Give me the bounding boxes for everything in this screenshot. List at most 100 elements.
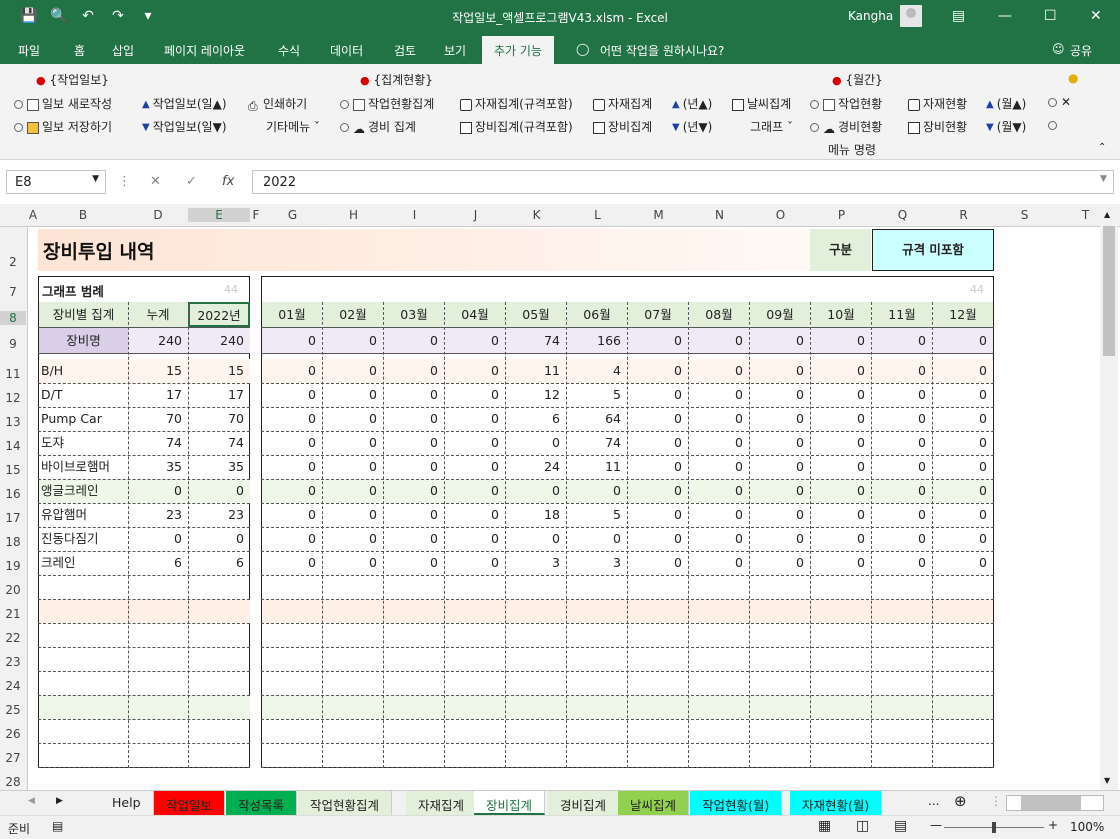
row-header[interactable]: 20 <box>0 583 26 597</box>
month-value[interactable]: 0 <box>323 479 383 503</box>
equipment-cum[interactable]: 17 <box>128 383 188 407</box>
month-value[interactable]: 0 <box>872 527 932 551</box>
user-name[interactable]: Kangha <box>848 9 893 23</box>
sheet-tab[interactable]: 작성목록 <box>226 791 298 815</box>
month-value[interactable]: 0 <box>689 527 749 551</box>
month-value[interactable]: 0 <box>262 407 322 431</box>
row-header[interactable]: 23 <box>0 655 26 669</box>
row-header[interactable]: 9 <box>0 337 26 351</box>
scroll-down-icon[interactable]: ▼ <box>1104 776 1110 785</box>
month-value[interactable]: 0 <box>872 551 932 575</box>
col-header-d[interactable]: D <box>128 208 188 222</box>
monthly-equipment-button[interactable]: 장비현황 <box>908 118 967 135</box>
month-value[interactable]: 0 <box>445 551 505 575</box>
other-menu-button[interactable]: 기타메뉴 ˇ <box>266 118 320 135</box>
zoom-slider-handle[interactable] <box>992 822 996 833</box>
month-value[interactable]: 0 <box>933 407 993 431</box>
col-header-b[interactable]: B <box>38 208 128 222</box>
month-value[interactable]: 11 <box>506 359 566 383</box>
row-header[interactable]: 12 <box>0 391 26 405</box>
sheet-tab[interactable]: 장비집계 <box>474 791 546 815</box>
equipment-name[interactable]: 유압햄머 <box>39 503 128 527</box>
month-value[interactable]: 12 <box>506 383 566 407</box>
month-value[interactable]: 0 <box>872 431 932 455</box>
year-up-button[interactable]: ▲ (년▲) <box>672 95 712 112</box>
month-value[interactable]: 0 <box>933 527 993 551</box>
col-header-e[interactable]: E <box>188 208 250 222</box>
month-value[interactable]: 74 <box>567 431 627 455</box>
month-value[interactable]: 0 <box>933 431 993 455</box>
equipment-summary-spec-button[interactable]: 장비집계(규격포함) <box>460 118 573 135</box>
material-summary-button[interactable]: 자재집계 <box>593 95 652 112</box>
month-value[interactable]: 0 <box>262 551 322 575</box>
cancel-icon[interactable]: ✕ <box>150 174 161 189</box>
month-value[interactable]: 0 <box>750 383 810 407</box>
sheet-tab[interactable]: 자재현황(월) <box>790 791 883 815</box>
month-value[interactable]: 0 <box>323 551 383 575</box>
sheet-tab[interactable]: 경비집계 <box>548 791 620 815</box>
row-header[interactable]: 7 <box>0 285 26 299</box>
equipment-year[interactable]: 70 <box>188 407 250 431</box>
monthly-work-button[interactable]: 작업현황 <box>810 95 882 112</box>
chevron-down-icon[interactable]: ▼ <box>92 174 99 184</box>
sheet-tab[interactable]: 작업현황집계 <box>298 791 393 815</box>
new-daily-button[interactable]: 일보 새로작성 <box>14 95 112 112</box>
month-value[interactable]: 0 <box>750 359 810 383</box>
month-value[interactable]: 5 <box>567 383 627 407</box>
month-value[interactable]: 0 <box>811 551 871 575</box>
col-header-s[interactable]: S <box>994 208 1055 222</box>
month-value[interactable]: 0 <box>384 359 444 383</box>
month-value[interactable]: 0 <box>445 479 505 503</box>
tab-review[interactable]: 검토 <box>394 42 416 59</box>
month-value[interactable]: 0 <box>628 503 688 527</box>
col-header-g[interactable]: G <box>262 208 323 222</box>
equipment-name[interactable]: B/H <box>39 359 128 383</box>
month-value[interactable]: 0 <box>750 551 810 575</box>
month-value[interactable]: 0 <box>628 455 688 479</box>
tab-add-ins[interactable]: 추가 기능 <box>482 36 554 64</box>
save-daily-button[interactable]: 일보 저장하기 <box>14 118 112 135</box>
col-header-q[interactable]: Q <box>872 208 933 222</box>
equipment-name[interactable]: 바이브로햄머 <box>39 455 128 479</box>
equipment-cum[interactable]: 74 <box>128 431 188 455</box>
month-value[interactable]: 0 <box>689 551 749 575</box>
scroll-thumb[interactable] <box>1103 226 1115 356</box>
row-header[interactable]: 13 <box>0 415 26 429</box>
month-value[interactable]: 0 <box>445 407 505 431</box>
month-value[interactable]: 6 <box>506 407 566 431</box>
month-value[interactable]: 0 <box>384 407 444 431</box>
weather-summary-button[interactable]: 날씨집계 <box>732 95 791 112</box>
equipment-name[interactable]: Pump Car <box>39 407 128 431</box>
month-value[interactable]: 0 <box>750 527 810 551</box>
print-button[interactable]: ⎙ 인쇄하기 <box>248 95 307 113</box>
daily-next-button[interactable]: ▼ 작업일보(일▼) <box>142 118 227 135</box>
equipment-year[interactable]: 17 <box>188 383 250 407</box>
month-value[interactable]: 0 <box>262 479 322 503</box>
equipment-cum[interactable]: 23 <box>128 503 188 527</box>
tab-data[interactable]: 데이터 <box>330 42 363 59</box>
month-value[interactable]: 3 <box>567 551 627 575</box>
row-header[interactable]: 17 <box>0 511 26 525</box>
month-value[interactable]: 0 <box>323 383 383 407</box>
avatar[interactable] <box>900 5 922 27</box>
month-value[interactable]: 0 <box>689 479 749 503</box>
row-header[interactable]: 25 <box>0 703 26 717</box>
tab-home[interactable]: 홈 <box>74 42 85 59</box>
row-header[interactable]: 24 <box>0 679 26 693</box>
month-value[interactable]: 0 <box>262 503 322 527</box>
month-value[interactable]: 0 <box>262 455 322 479</box>
month-value[interactable]: 0 <box>445 431 505 455</box>
add-sheet-icon[interactable]: ⊕ <box>954 792 967 810</box>
sheet-tab[interactable]: 작업일보 <box>154 791 226 815</box>
equipment-name[interactable]: D/T <box>39 383 128 407</box>
tab-page-layout[interactable]: 페이지 레이아웃 <box>164 42 245 59</box>
zoom-slider[interactable] <box>944 822 1044 833</box>
month-value[interactable]: 0 <box>323 455 383 479</box>
month-value[interactable]: 0 <box>811 359 871 383</box>
month-value[interactable]: 0 <box>323 527 383 551</box>
equipment-year[interactable]: 0 <box>188 527 250 551</box>
month-value[interactable]: 0 <box>445 383 505 407</box>
month-value[interactable]: 0 <box>689 407 749 431</box>
worksheet-grid[interactable]: 장비투입 내역 구분 규격 미포함 그래프 범례 44 장비별 집계 누계 20… <box>28 227 1100 790</box>
month-value[interactable]: 0 <box>262 431 322 455</box>
